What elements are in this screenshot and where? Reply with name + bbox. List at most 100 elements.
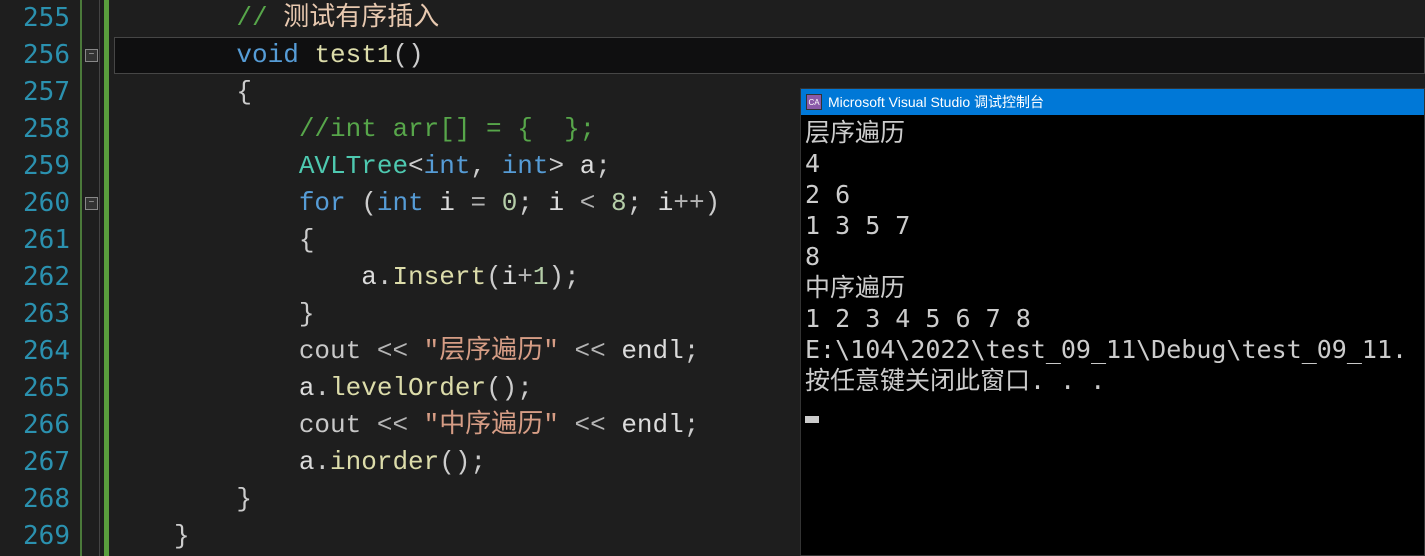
token-keyword: void [236,40,298,70]
console-line: 按任意键关闭此窗口. . . [805,365,1420,396]
line-number: 262 [0,259,80,296]
token-func: inorder [330,447,439,477]
token-op: ++ [673,188,704,218]
token-op: + [517,262,533,292]
token-punct: } [174,521,190,551]
line-number: 259 [0,148,80,185]
console-titlebar[interactable]: CA Microsoft Visual Studio 调试控制台 [801,89,1424,115]
line-number: 265 [0,370,80,407]
fold-gutter[interactable]: −− [80,0,100,556]
line-number: 263 [0,296,80,333]
token-punct: ; [595,151,611,181]
token-ident [408,410,424,440]
token-num: 8 [611,188,627,218]
token-ident: i [424,188,471,218]
token-ident: a [299,373,315,403]
token-comment: // [236,3,283,33]
console-line: 层序遍历 [805,117,1420,148]
token-ident: i [658,188,674,218]
token-keyword: int [377,188,424,218]
console-line: 中序遍历 [805,272,1420,303]
token-punct: () [392,40,423,70]
line-number: 257 [0,74,80,111]
line-number: 268 [0,481,80,518]
token-punct: (); [486,373,533,403]
token-num: 1 [533,262,549,292]
console-app-icon: CA [806,94,822,110]
line-number: 256 [0,37,80,74]
token-op: << [575,410,606,440]
token-type: AVLTree [299,151,408,181]
token-punct: > [549,151,580,181]
console-line: 1 2 3 4 5 6 7 8 [805,303,1420,334]
token-keyword: for [299,188,346,218]
token-punct: { [299,225,315,255]
token-op: << [377,410,408,440]
token-ident: a [299,447,315,477]
token-punct: ; [517,188,548,218]
token-func: test1 [314,40,392,70]
token-ident: a [361,262,377,292]
change-indicator [104,0,109,556]
token-punct: } [236,484,252,514]
code-line[interactable]: // 测试有序插入 [114,0,1425,37]
token-cout: cout [299,336,377,366]
token-keyword: int [502,151,549,181]
token-ident [595,188,611,218]
token-punct: < [408,151,424,181]
line-number: 260 [0,185,80,222]
token-ident [486,188,502,218]
token-op: << [377,336,408,366]
token-comment-cjk: 测试有序插入 [283,3,439,33]
token-op: < [580,188,596,218]
console-line: 2 6 [805,179,1420,210]
token-punct: , [470,151,501,181]
line-number: 267 [0,444,80,481]
console-line: E:\104\2022\test_09_11\Debug\test_09_11. [805,334,1420,365]
token-punct: ); [549,262,580,292]
token-op: = [470,188,486,218]
token-func: levelOrder [330,373,486,403]
token-punct: ; [684,410,700,440]
token-string: "层序遍历" [424,336,559,366]
token-func: Insert [392,262,486,292]
code-line[interactable]: void test1() [114,37,1425,74]
token-ident: a [580,151,596,181]
token-punct: . [314,373,330,403]
token-keyword: int [424,151,471,181]
console-line: 1 3 5 7 [805,210,1420,241]
token-punct: ; [627,188,658,218]
fold-toggle-icon[interactable]: − [85,49,98,62]
token-punct: } [299,299,315,329]
token-ident [559,336,575,366]
line-number: 264 [0,333,80,370]
token-ident: endl [606,410,684,440]
fold-toggle-icon[interactable]: − [85,197,98,210]
console-cursor [805,416,819,423]
debug-console-window[interactable]: CA Microsoft Visual Studio 调试控制台 层序遍历42 … [800,88,1425,556]
token-punct: ( [346,188,377,218]
token-punct: ( [486,262,502,292]
token-num: 0 [502,188,518,218]
line-number: 266 [0,407,80,444]
token-string: "中序遍历" [424,410,559,440]
console-output[interactable]: 层序遍历42 61 3 5 78中序遍历1 2 3 4 5 6 7 8E:\10… [801,115,1424,429]
line-number: 261 [0,222,80,259]
token-cout: cout [299,410,377,440]
token-punct: . [314,447,330,477]
line-number: 258 [0,111,80,148]
token-op: << [575,336,606,366]
token-punct: { [236,77,252,107]
change-margin [100,0,114,556]
token-comment: //int arr[] = { }; [299,114,595,144]
token-ident: endl [606,336,684,366]
line-number: 255 [0,0,80,37]
token-ident: i [549,188,580,218]
token-ident [408,336,424,366]
token-punct: ; [684,336,700,366]
line-number-gutter: 2552562572582592602612622632642652662672… [0,0,80,556]
console-title: Microsoft Visual Studio 调试控制台 [828,92,1044,112]
line-number: 269 [0,518,80,555]
console-line: 4 [805,148,1420,179]
console-line: 8 [805,241,1420,272]
